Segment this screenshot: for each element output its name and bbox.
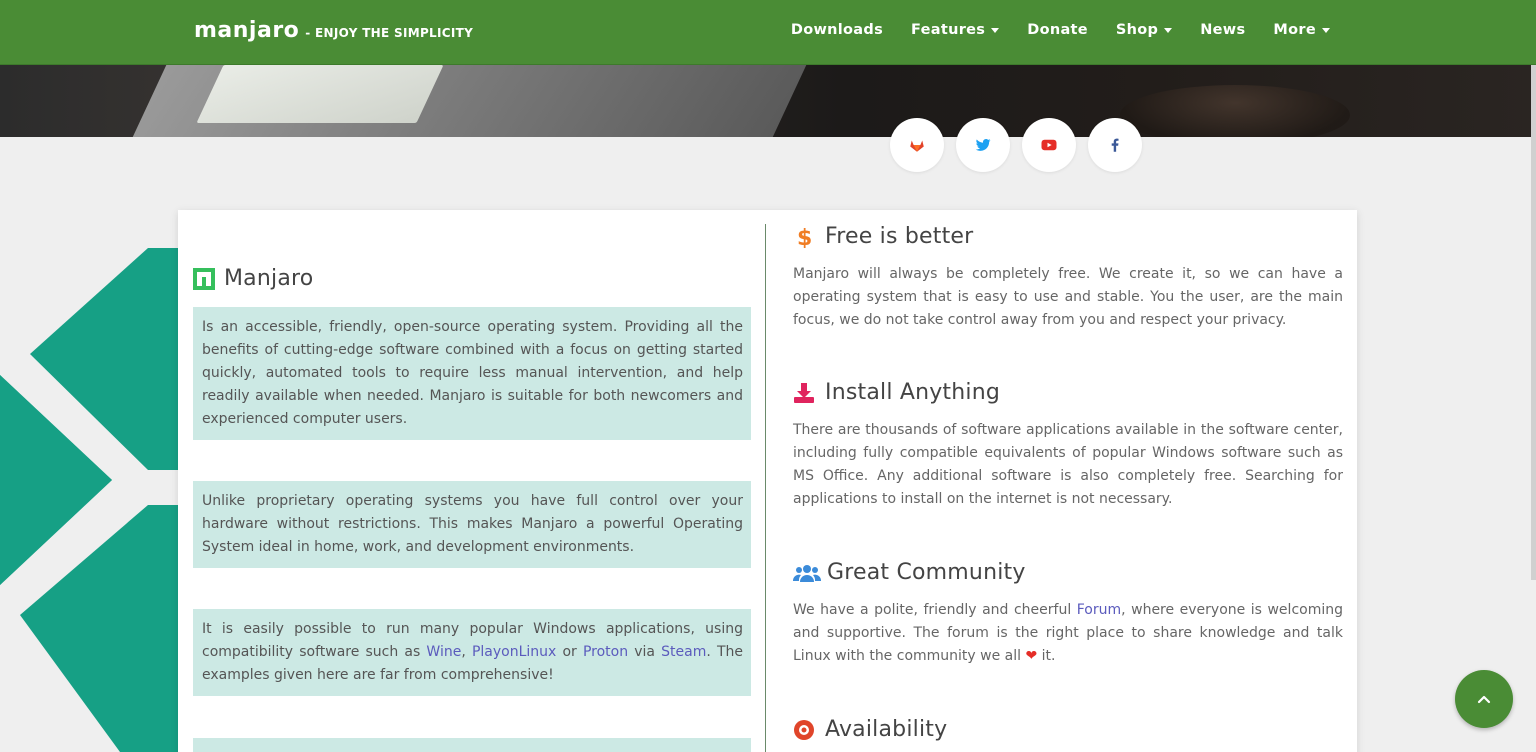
svg-text:$: $ [797,226,811,248]
free-title: Free is better [825,224,974,249]
community-section: Great Community We have a polite, friend… [793,560,1343,668]
availability-title: Availability [825,717,948,742]
availability-section: Availability [793,717,1343,742]
community-text-start: We have a polite, friendly and cheerful [793,602,1077,618]
intro-box: Is an accessible, friendly, open-source … [193,307,751,440]
users-icon [793,562,821,584]
manjaro-title: Manjaro [224,266,314,291]
gitlab-button[interactable] [890,118,944,172]
nav-donate-label: Donate [1027,22,1088,38]
manjaro-logo-icon [193,267,215,290]
nav-news[interactable]: News [1200,22,1245,38]
main-nav: Downloads Features Donate Shop News More [791,22,1330,38]
youtube-icon [1041,139,1057,151]
nav-features[interactable]: Features [911,22,1000,38]
brand-name: manjaro [194,18,300,43]
availability-heading: Availability [793,717,1343,742]
install-heading: Install Anything [793,380,1343,405]
control-text: Unlike proprietary operating systems you… [202,493,743,555]
laptop-screen-image [196,65,444,123]
facebook-icon [1111,138,1119,152]
scroll-to-top-button[interactable] [1455,670,1513,728]
community-text-end: it. [1037,648,1056,664]
proton-link[interactable]: Proton [583,644,628,660]
community-heading: Great Community [793,560,1343,585]
separator-text: via [628,644,662,660]
download-icon [793,382,815,404]
nav-downloads-label: Downloads [790,22,884,38]
facebook-button[interactable] [1088,118,1142,172]
nav-downloads[interactable]: Downloads [791,22,883,38]
youtube-button[interactable] [1022,118,1076,172]
windows-apps-box: It is easily possible to run many popula… [193,609,751,696]
column-divider [765,224,766,752]
free-heading: $ Free is better [793,224,1343,249]
nav-more-label: More [1273,22,1316,38]
heart-icon: ❤ [1025,648,1038,664]
twitter-icon [975,138,991,151]
decorative-teal-shapes [0,248,190,752]
cup-image [1120,85,1350,137]
nav-features-label: Features [911,22,986,38]
brand-logo[interactable]: manjaro - ENJOY THE SIMPLICITY [194,18,473,43]
next-box [193,738,751,752]
content-card: Manjaro Is an accessible, friendly, open… [178,210,1357,752]
free-text: Manjaro will always be completely free. … [793,266,1343,328]
control-box: Unlike proprietary operating systems you… [193,481,751,568]
nav-shop-label: Shop [1115,22,1159,38]
wine-link[interactable]: Wine [426,644,461,660]
hero-banner [0,65,1536,137]
separator-text: or [556,644,583,660]
separator-text: , [461,644,472,660]
brand-tagline: - ENJOY THE SIMPLICITY [305,26,474,40]
playonlinux-link[interactable]: PlayonLinux [472,644,556,660]
page-scrollbar[interactable] [1531,65,1536,580]
install-section: Install Anything There are thousands of … [793,380,1343,511]
community-text: We have a polite, friendly and cheerful … [793,599,1343,668]
nav-donate[interactable]: Donate [1027,22,1088,38]
nav-more[interactable]: More [1273,22,1330,38]
caret-down-icon [1164,27,1173,33]
navbar: manjaro - ENJOY THE SIMPLICITY Downloads… [0,0,1536,65]
manjaro-heading: Manjaro [193,266,313,291]
dollar-icon: $ [793,226,815,248]
gitlab-icon [910,140,924,152]
intro-text: Is an accessible, friendly, open-source … [202,319,743,427]
steam-link[interactable]: Steam [661,644,706,660]
caret-down-icon [991,27,1000,33]
chevron-up-icon [1477,695,1491,704]
install-title: Install Anything [825,380,1001,405]
forum-link[interactable]: Forum [1077,602,1121,618]
caret-down-icon [1322,27,1330,33]
twitter-button[interactable] [956,118,1010,172]
community-title: Great Community [827,560,1026,585]
free-section: $ Free is better Manjaro will always be … [793,224,1343,332]
install-text: There are thousands of software applicat… [793,422,1343,507]
nav-news-label: News [1200,22,1246,38]
nav-shop[interactable]: Shop [1115,22,1173,38]
availability-icon [793,719,815,741]
